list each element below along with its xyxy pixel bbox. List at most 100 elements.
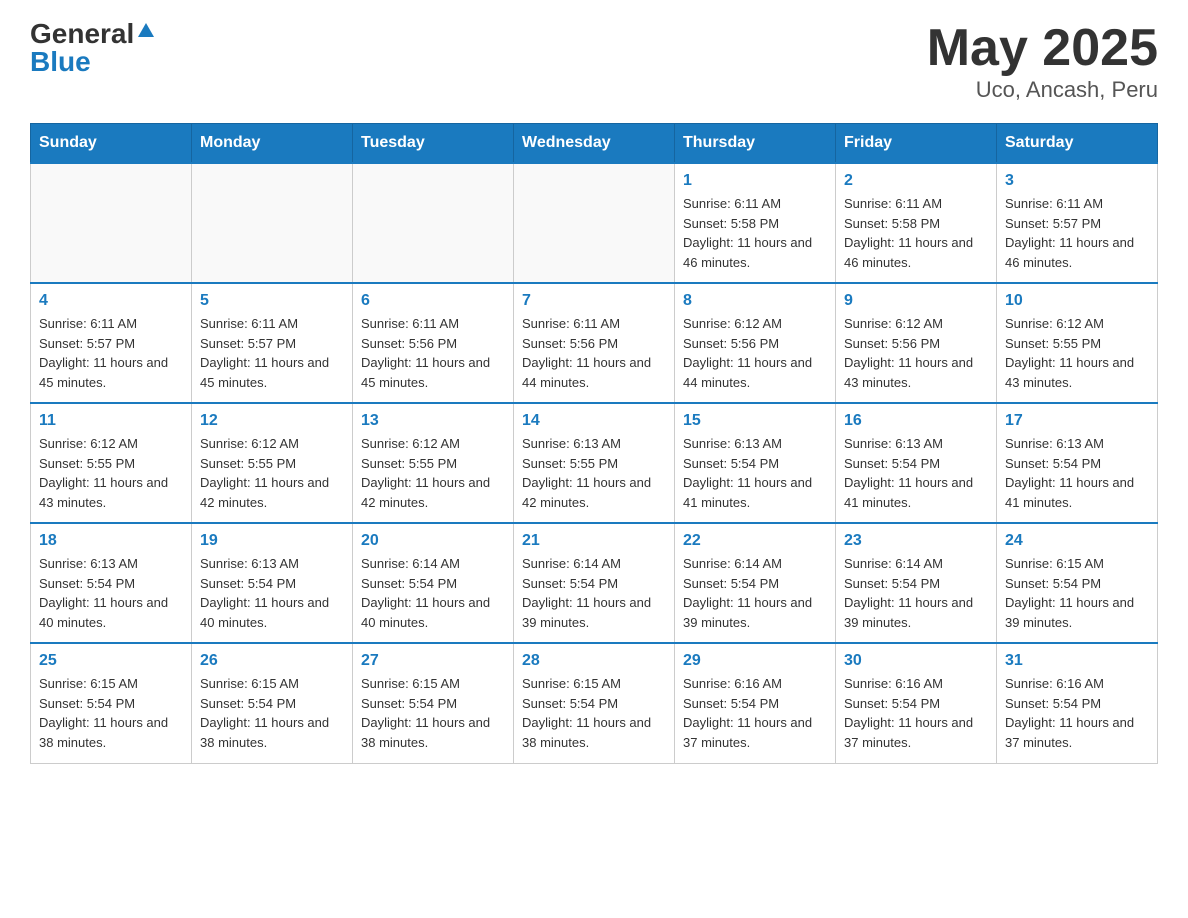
day-info: Sunrise: 6:13 AM Sunset: 5:54 PM Dayligh… — [200, 554, 344, 632]
day-of-week-tuesday: Tuesday — [353, 124, 514, 164]
calendar-cell: 28 Sunrise: 6:15 AM Sunset: 5:54 PM Dayli… — [514, 643, 675, 763]
day-of-week-friday: Friday — [836, 124, 997, 164]
day-info: Sunrise: 6:11 AM Sunset: 5:56 PM Dayligh… — [361, 314, 505, 392]
day-of-week-saturday: Saturday — [997, 124, 1158, 164]
day-info: Sunrise: 6:14 AM Sunset: 5:54 PM Dayligh… — [522, 554, 666, 632]
calendar-cell: 29Sunrise: 6:16 AM Sunset: 5:54 PM Dayli… — [675, 643, 836, 763]
logo-blue-text: Blue — [30, 48, 91, 76]
day-info: Sunrise: 6:13 AM Sunset: 5:54 PM Dayligh… — [1005, 434, 1149, 512]
calendar-cell: 13Sunrise: 6:12 AM Sunset: 5:55 PM Dayli… — [353, 403, 514, 523]
day-number: 19 — [200, 532, 344, 550]
month-title: May 2025 — [927, 20, 1158, 77]
day-info: Sunrise: 6:12 AM Sunset: 5:55 PM Dayligh… — [361, 434, 505, 512]
day-of-week-thursday: Thursday — [675, 124, 836, 164]
day-number: 7 — [522, 292, 666, 310]
day-number: 12 — [200, 412, 344, 430]
day-info: Sunrise: 6:11 AM Sunset: 5:58 PM Dayligh… — [683, 194, 827, 272]
day-info: Sunrise: 6:12 AM Sunset: 5:55 PM Dayligh… — [39, 434, 183, 512]
day-of-week-wednesday: Wednesday — [514, 124, 675, 164]
calendar-cell: 30 Sunrise: 6:16 AM Sunset: 5:54 PM Dayli… — [836, 643, 997, 763]
day-number: 25 — [39, 652, 183, 670]
day-info: Sunrise: 6:14 AM Sunset: 5:54 PM Dayligh… — [361, 554, 505, 632]
day-info: Sunrise: 6:13 AM Sunset: 5:54 PM Dayligh… — [683, 434, 827, 512]
day-info: Sunrise: 6:12 AM Sunset: 5:56 PM Dayligh… — [683, 314, 827, 392]
day-info: Sunrise: 6:12 AM Sunset: 5:56 PM Dayligh… — [844, 314, 988, 392]
day-info: Sunrise: 6:11 AM Sunset: 5:57 PM Dayligh… — [39, 314, 183, 392]
day-number: 1 — [683, 172, 827, 190]
calendar-cell: 5 Sunrise: 6:11 AM Sunset: 5:57 PM Daylig… — [192, 283, 353, 403]
day-number: 23 — [844, 532, 988, 550]
calendar-cell: 31 Sunrise: 6:16 AM Sunset: 5:54 PM Dayli… — [997, 643, 1158, 763]
day-info: Sunrise: 6:11 AM Sunset: 5:57 PM Dayligh… — [1005, 194, 1149, 272]
calendar-cell: 2 Sunrise: 6:11 AM Sunset: 5:58 PM Daylig… — [836, 163, 997, 283]
day-info: Sunrise: 6:16 AM Sunset: 5:54 PM Dayligh… — [1005, 674, 1149, 752]
location-text: Uco, Ancash, Peru — [927, 77, 1158, 103]
calendar-cell: 10 Sunrise: 6:12 AM Sunset: 5:55 PM Dayli… — [997, 283, 1158, 403]
day-number: 3 — [1005, 172, 1149, 190]
calendar-cell: 4 Sunrise: 6:11 AM Sunset: 5:57 PM Daylig… — [31, 283, 192, 403]
calendar-cell: 23 Sunrise: 6:14 AM Sunset: 5:54 PM Dayli… — [836, 523, 997, 643]
day-info: Sunrise: 6:16 AM Sunset: 5:54 PM Dayligh… — [844, 674, 988, 752]
day-number: 28 — [522, 652, 666, 670]
calendar-cell: 9 Sunrise: 6:12 AM Sunset: 5:56 PM Daylig… — [836, 283, 997, 403]
day-number: 10 — [1005, 292, 1149, 310]
day-number: 31 — [1005, 652, 1149, 670]
calendar-cell — [192, 163, 353, 283]
day-info: Sunrise: 6:11 AM Sunset: 5:56 PM Dayligh… — [522, 314, 666, 392]
logo-general-text: General — [30, 20, 134, 48]
day-info: Sunrise: 6:12 AM Sunset: 5:55 PM Dayligh… — [200, 434, 344, 512]
day-number: 5 — [200, 292, 344, 310]
day-info: Sunrise: 6:15 AM Sunset: 5:54 PM Dayligh… — [200, 674, 344, 752]
calendar-cell: 18Sunrise: 6:13 AM Sunset: 5:54 PM Dayli… — [31, 523, 192, 643]
day-info: Sunrise: 6:14 AM Sunset: 5:54 PM Dayligh… — [844, 554, 988, 632]
calendar-cell: 14Sunrise: 6:13 AM Sunset: 5:55 PM Dayli… — [514, 403, 675, 523]
calendar-cell — [31, 163, 192, 283]
day-number: 11 — [39, 412, 183, 430]
calendar-cell: 22 Sunrise: 6:14 AM Sunset: 5:54 PM Dayli… — [675, 523, 836, 643]
day-number: 24 — [1005, 532, 1149, 550]
calendar-cell: 16 Sunrise: 6:13 AM Sunset: 5:54 PM Dayli… — [836, 403, 997, 523]
calendar-cell: 8 Sunrise: 6:12 AM Sunset: 5:56 PM Daylig… — [675, 283, 836, 403]
day-number: 30 — [844, 652, 988, 670]
calendar-table: SundayMondayTuesdayWednesdayThursdayFrid… — [30, 123, 1158, 764]
calendar-cell: 21 Sunrise: 6:14 AM Sunset: 5:54 PM Dayli… — [514, 523, 675, 643]
day-info: Sunrise: 6:13 AM Sunset: 5:55 PM Dayligh… — [522, 434, 666, 512]
day-number: 6 — [361, 292, 505, 310]
calendar-cell: 7 Sunrise: 6:11 AM Sunset: 5:56 PM Daylig… — [514, 283, 675, 403]
day-number: 4 — [39, 292, 183, 310]
day-info: Sunrise: 6:11 AM Sunset: 5:58 PM Dayligh… — [844, 194, 988, 272]
day-number: 22 — [683, 532, 827, 550]
day-info: Sunrise: 6:14 AM Sunset: 5:54 PM Dayligh… — [683, 554, 827, 632]
calendar-cell: 3 Sunrise: 6:11 AM Sunset: 5:57 PM Daylig… — [997, 163, 1158, 283]
calendar-cell: 27 Sunrise: 6:15 AM Sunset: 5:54 PM Dayli… — [353, 643, 514, 763]
calendar-cell: 26Sunrise: 6:15 AM Sunset: 5:54 PM Dayli… — [192, 643, 353, 763]
day-of-week-monday: Monday — [192, 124, 353, 164]
title-block: May 2025 Uco, Ancash, Peru — [927, 20, 1158, 103]
calendar-cell: 11 Sunrise: 6:12 AM Sunset: 5:55 PM Dayli… — [31, 403, 192, 523]
day-number: 9 — [844, 292, 988, 310]
day-info: Sunrise: 6:15 AM Sunset: 5:54 PM Dayligh… — [522, 674, 666, 752]
day-info: Sunrise: 6:15 AM Sunset: 5:54 PM Dayligh… — [361, 674, 505, 752]
day-info: Sunrise: 6:11 AM Sunset: 5:57 PM Dayligh… — [200, 314, 344, 392]
day-of-week-sunday: Sunday — [31, 124, 192, 164]
day-number: 16 — [844, 412, 988, 430]
calendar-cell: 24Sunrise: 6:15 AM Sunset: 5:54 PM Dayli… — [997, 523, 1158, 643]
day-info: Sunrise: 6:15 AM Sunset: 5:54 PM Dayligh… — [39, 674, 183, 752]
calendar-cell — [353, 163, 514, 283]
calendar-cell: 17Sunrise: 6:13 AM Sunset: 5:54 PM Dayli… — [997, 403, 1158, 523]
page-header: General Blue May 2025 Uco, Ancash, Peru — [30, 20, 1158, 103]
day-info: Sunrise: 6:13 AM Sunset: 5:54 PM Dayligh… — [39, 554, 183, 632]
calendar-cell: 12 Sunrise: 6:12 AM Sunset: 5:55 PM Dayli… — [192, 403, 353, 523]
day-info: Sunrise: 6:12 AM Sunset: 5:55 PM Dayligh… — [1005, 314, 1149, 392]
day-number: 2 — [844, 172, 988, 190]
logo: General Blue — [30, 20, 154, 76]
calendar-cell: 15Sunrise: 6:13 AM Sunset: 5:54 PM Dayli… — [675, 403, 836, 523]
calendar-cell — [514, 163, 675, 283]
day-number: 8 — [683, 292, 827, 310]
calendar-cell: 20Sunrise: 6:14 AM Sunset: 5:54 PM Dayli… — [353, 523, 514, 643]
day-number: 21 — [522, 532, 666, 550]
calendar-cell: 6 Sunrise: 6:11 AM Sunset: 5:56 PM Daylig… — [353, 283, 514, 403]
day-info: Sunrise: 6:13 AM Sunset: 5:54 PM Dayligh… — [844, 434, 988, 512]
day-number: 27 — [361, 652, 505, 670]
calendar-cell: 1 Sunrise: 6:11 AM Sunset: 5:58 PM Daylig… — [675, 163, 836, 283]
